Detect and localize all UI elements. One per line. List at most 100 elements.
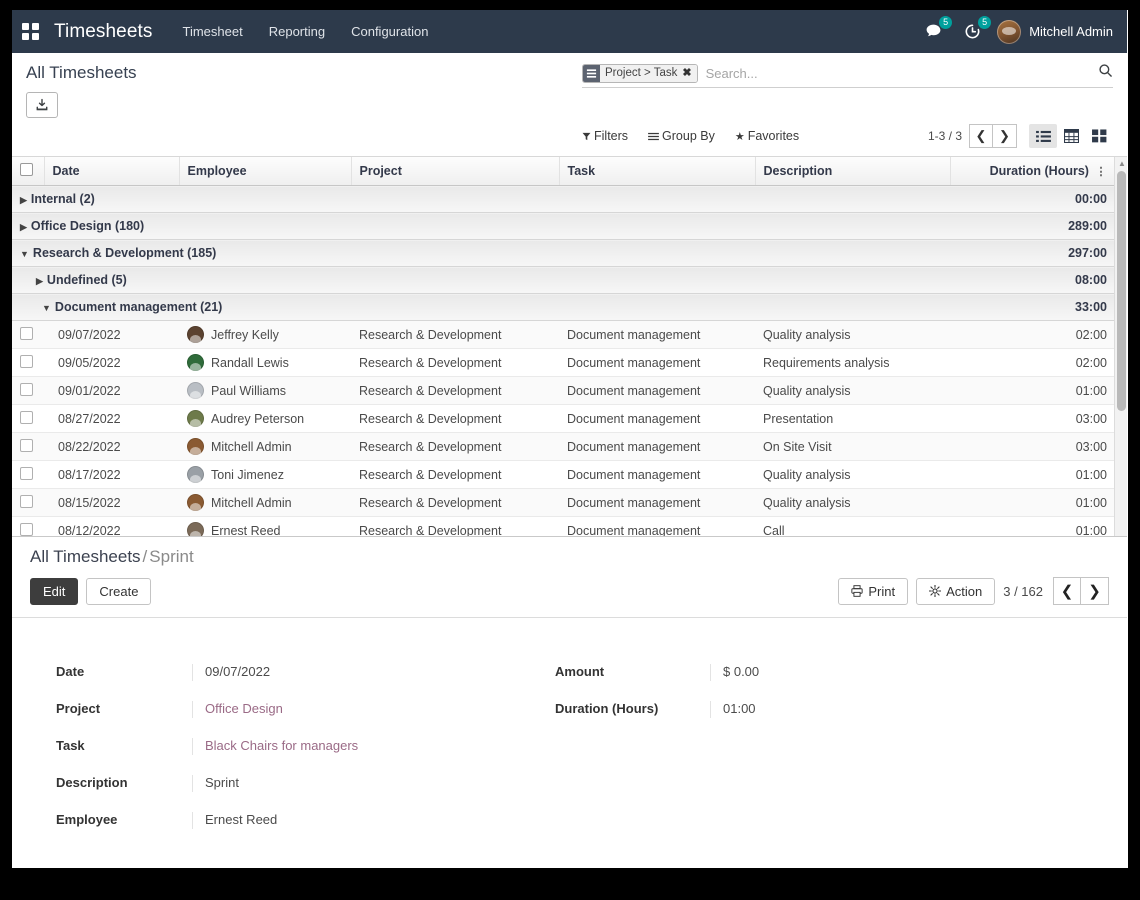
table-row[interactable]: 09/07/2022 Jeffrey Kelly Research & Deve… [12, 321, 1115, 349]
favorites-dropdown[interactable]: ★ Favorites [735, 129, 799, 143]
row-checkbox[interactable] [20, 411, 33, 424]
nav-menu-timesheet[interactable]: Timesheet [183, 24, 243, 39]
group-by-dropdown[interactable]: Group By [648, 129, 715, 143]
row-select-cell[interactable] [12, 517, 44, 538]
group-row-undefined[interactable]: ▶Undefined (5) 08:00 [12, 267, 1115, 294]
nav-menu-configuration[interactable]: Configuration [351, 24, 428, 39]
avatar [187, 466, 204, 483]
row-checkbox[interactable] [20, 467, 33, 480]
field-amount: Amount $ 0.00 [555, 664, 1109, 681]
field-value-duration[interactable]: 01:00 [710, 701, 1109, 718]
action-button[interactable]: Action [916, 578, 995, 605]
field-value-description[interactable]: Sprint [192, 775, 555, 792]
timesheet-list-view[interactable]: Date Employee Project Task Description D… [12, 157, 1127, 537]
avatar [187, 354, 204, 371]
table-row[interactable]: 08/17/2022 Toni Jimenez Research & Devel… [12, 461, 1115, 489]
form-pager-next-button[interactable]: ❯ [1081, 577, 1109, 605]
filters-dropdown[interactable]: Filters [582, 129, 628, 143]
print-button[interactable]: Print [838, 578, 908, 605]
form-pager-prev-button[interactable]: ❮ [1053, 577, 1081, 605]
table-row[interactable]: 09/01/2022 Paul Williams Research & Deve… [12, 377, 1115, 405]
row-select-cell[interactable] [12, 321, 44, 349]
view-switcher [1029, 124, 1113, 148]
star-icon: ★ [735, 130, 745, 143]
group-row-document-management[interactable]: ▼Document management (21) 33:00 [12, 294, 1115, 321]
table-row[interactable]: 08/22/2022 Mitchell Admin Research & Dev… [12, 433, 1115, 461]
app-brand-title[interactable]: Timesheets [54, 21, 153, 43]
user-menu-label[interactable]: Mitchell Admin [1029, 24, 1113, 39]
breadcrumb-root[interactable]: All Timesheets [30, 547, 141, 566]
search-icon[interactable] [1092, 63, 1113, 83]
column-header-task[interactable]: Task [559, 157, 755, 186]
group-row-research-development[interactable]: ▼Research & Development (185) 297:00 [12, 240, 1115, 267]
column-header-employee[interactable]: Employee [179, 157, 351, 186]
chevron-right-icon: ▶ [20, 195, 27, 206]
cell-duration: 01:00 [950, 489, 1115, 517]
table-row[interactable]: 08/12/2022 Ernest Reed Research & Develo… [12, 517, 1115, 538]
row-checkbox[interactable] [20, 383, 33, 396]
field-value-employee[interactable]: Ernest Reed [192, 812, 555, 829]
list-pager-count: 1-3 / 3 [928, 129, 962, 143]
table-row[interactable]: 08/15/2022 Mitchell Admin Research & Dev… [12, 489, 1115, 517]
table-header: Date Employee Project Task Description D… [12, 157, 1115, 186]
row-checkbox[interactable] [20, 439, 33, 452]
table-row[interactable]: 08/27/2022 Audrey Peterson Research & De… [12, 405, 1115, 433]
nav-menu-reporting[interactable]: Reporting [269, 24, 325, 39]
cell-date: 09/01/2022 [44, 377, 179, 405]
apps-grid-icon[interactable] [22, 23, 40, 41]
row-select-cell[interactable] [12, 489, 44, 517]
group-label: Office Design (180) [31, 219, 144, 233]
field-value-amount: $ 0.00 [710, 664, 1109, 681]
kanban-blocks-icon [1092, 129, 1107, 143]
list-scrollbar[interactable]: ▲ [1114, 157, 1127, 536]
cell-task: Document management [559, 517, 755, 538]
column-header-date[interactable]: Date [44, 157, 179, 186]
cell-duration: 02:00 [950, 321, 1115, 349]
view-switch-kanban[interactable] [1085, 124, 1113, 148]
field-value-date[interactable]: 09/07/2022 [192, 664, 555, 681]
list-pager-prev-button[interactable]: ❮ [969, 124, 993, 148]
close-icon[interactable]: ✖ [681, 65, 696, 82]
view-switch-pivot[interactable] [1057, 124, 1085, 148]
field-value-task[interactable]: Black Chairs for managers [192, 738, 555, 755]
avatar[interactable] [997, 20, 1021, 44]
group-row-office-design[interactable]: ▶Office Design (180) 289:00 [12, 213, 1115, 240]
row-select-cell[interactable] [12, 377, 44, 405]
messages-menu[interactable]: 5 [925, 23, 942, 40]
row-checkbox[interactable] [20, 327, 33, 340]
cell-project: Research & Development [351, 517, 559, 538]
view-switch-list[interactable] [1029, 124, 1057, 148]
search-facet-project-task[interactable]: Project > Task ✖ [582, 64, 698, 83]
cell-employee: Jeffrey Kelly [179, 321, 351, 349]
edit-button[interactable]: Edit [30, 578, 78, 605]
form-pager-count: 3 / 162 [1003, 584, 1043, 599]
column-header-description[interactable]: Description [755, 157, 950, 186]
cell-task: Document management [559, 461, 755, 489]
search-input[interactable] [702, 66, 1092, 81]
avatar [187, 522, 204, 537]
select-all-checkbox[interactable] [20, 163, 33, 176]
group-row-internal[interactable]: ▶Internal (2) 00:00 [12, 186, 1115, 213]
chevron-right-icon: ▶ [20, 222, 27, 233]
row-checkbox[interactable] [20, 495, 33, 508]
list-pager-next-button[interactable]: ❯ [993, 124, 1017, 148]
column-options-icon[interactable]: ⋮ [1092, 166, 1106, 178]
row-select-cell[interactable] [12, 433, 44, 461]
table-grid-icon [1064, 129, 1079, 143]
field-value-project[interactable]: Office Design [192, 701, 555, 718]
row-select-cell[interactable] [12, 405, 44, 433]
create-button[interactable]: Create [86, 578, 151, 605]
activities-menu[interactable]: 5 [964, 23, 981, 40]
row-select-cell[interactable] [12, 349, 44, 377]
table-row[interactable]: 09/05/2022 Randall Lewis Research & Deve… [12, 349, 1115, 377]
column-header-project[interactable]: Project [351, 157, 559, 186]
export-button[interactable] [26, 92, 58, 118]
list-scrollbar-thumb[interactable] [1117, 171, 1126, 411]
row-checkbox[interactable] [20, 523, 33, 536]
column-header-duration[interactable]: Duration (Hours) ⋮ [950, 157, 1115, 186]
printer-icon [851, 585, 863, 597]
row-checkbox[interactable] [20, 355, 33, 368]
row-select-cell[interactable] [12, 461, 44, 489]
scroll-up-arrow-icon[interactable]: ▲ [1118, 159, 1126, 168]
select-all-header[interactable] [12, 157, 44, 186]
